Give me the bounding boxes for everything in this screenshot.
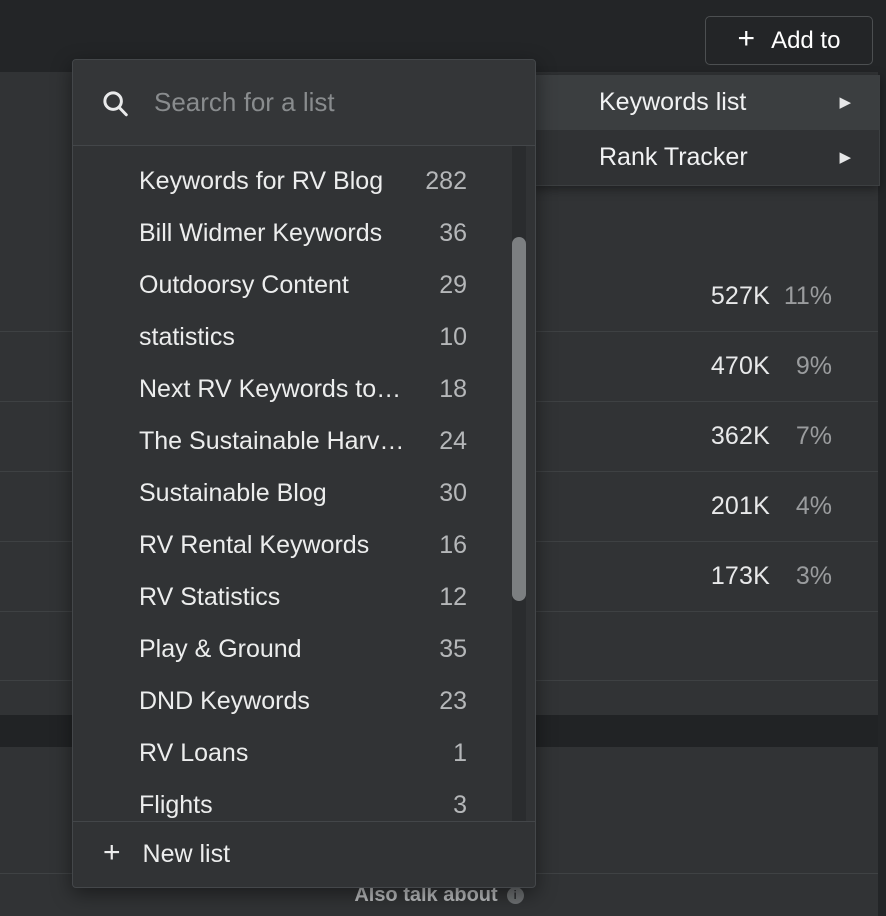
list-item-name: Keywords for RV Blog <box>139 167 383 196</box>
list-item[interactable]: Bill Widmer Keywords 36 <box>73 207 535 259</box>
list-item-name: Sustainable Blog <box>139 479 327 508</box>
right-edge-strip <box>878 72 886 916</box>
list-picker-popup: Keywords for RV Blog 282 Bill Widmer Key… <box>72 59 536 888</box>
list-item-count: 29 <box>439 271 467 300</box>
list-item-name: Flights <box>139 791 213 820</box>
row-share: 4% <box>770 492 832 521</box>
list-item[interactable]: Next RV Keywords to… 18 <box>73 363 535 415</box>
chevron-right-icon: ▶ <box>839 95 851 110</box>
list-item-count: 3 <box>453 791 467 820</box>
row-volume: 362K <box>711 422 770 451</box>
add-to-button-label: Add to <box>771 27 840 55</box>
new-list-button[interactable]: + New list <box>73 821 535 887</box>
list-item[interactable]: Play & Ground 35 <box>73 623 535 675</box>
list-scrollbar-thumb[interactable] <box>512 237 526 601</box>
list-item-count: 35 <box>439 635 467 664</box>
menu-item-rank-tracker[interactable]: Rank Tracker ▶ <box>534 130 879 185</box>
list-item[interactable]: statistics 10 <box>73 311 535 363</box>
add-to-button[interactable]: + Add to <box>705 16 873 65</box>
list-item-count: 23 <box>439 687 467 716</box>
row-share: 9% <box>770 352 832 381</box>
chevron-right-icon: ▶ <box>839 150 851 165</box>
plus-icon: + <box>103 838 121 868</box>
info-icon[interactable]: i <box>507 887 524 904</box>
row-share: 7% <box>770 422 832 451</box>
list-item-count: 282 <box>425 167 467 196</box>
list-item-count: 10 <box>439 323 467 352</box>
list-search-row <box>73 60 535 146</box>
list-item-count: 36 <box>439 219 467 248</box>
add-to-dropdown-menu: Keywords list ▶ Rank Tracker ▶ <box>533 75 880 186</box>
list-item[interactable]: RV Rental Keywords 16 <box>73 519 535 571</box>
list-item[interactable]: RV Loans 1 <box>73 727 535 779</box>
list-item-name: Outdoorsy Content <box>139 271 349 300</box>
row-share: 11% <box>770 282 832 311</box>
list-item-name: Bill Widmer Keywords <box>139 219 382 248</box>
list-item-name: DND Keywords <box>139 687 310 716</box>
list-item[interactable]: DND Keywords 23 <box>73 675 535 727</box>
list-item-name: RV Rental Keywords <box>139 531 369 560</box>
row-share: 3% <box>770 562 832 591</box>
menu-item-label: Rank Tracker <box>599 143 748 172</box>
list-item-name: The Sustainable Harv… <box>139 427 404 456</box>
list-item-name: RV Loans <box>139 739 248 768</box>
list-item[interactable]: RV Statistics 12 <box>73 571 535 623</box>
row-volume: 173K <box>711 562 770 591</box>
menu-item-keywords-list[interactable]: Keywords list ▶ <box>534 75 879 130</box>
search-icon <box>100 88 130 118</box>
row-volume: 470K <box>711 352 770 381</box>
plus-icon: + <box>738 24 756 54</box>
list-item[interactable]: Outdoorsy Content 29 <box>73 259 535 311</box>
list-item-name: Play & Ground <box>139 635 302 664</box>
list-item-count: 1 <box>453 739 467 768</box>
list-item[interactable]: Keywords for RV Blog 282 <box>73 155 535 207</box>
list-item-count: 30 <box>439 479 467 508</box>
list-item-name: statistics <box>139 323 235 352</box>
list-item-name: RV Statistics <box>139 583 280 612</box>
list-item-count: 24 <box>439 427 467 456</box>
list-item[interactable]: The Sustainable Harv… 24 <box>73 415 535 467</box>
list-item-count: 12 <box>439 583 467 612</box>
row-volume: 527K <box>711 282 770 311</box>
new-list-label: New list <box>143 840 231 869</box>
list-scroll-area: Keywords for RV Blog 282 Bill Widmer Key… <box>73 146 535 831</box>
list-item-name: Next RV Keywords to… <box>139 375 401 404</box>
row-volume: 201K <box>711 492 770 521</box>
list-item-count: 18 <box>439 375 467 404</box>
list-item-count: 16 <box>439 531 467 560</box>
list-item[interactable]: Sustainable Blog 30 <box>73 467 535 519</box>
search-input[interactable] <box>130 86 535 119</box>
menu-item-label: Keywords list <box>599 88 746 117</box>
